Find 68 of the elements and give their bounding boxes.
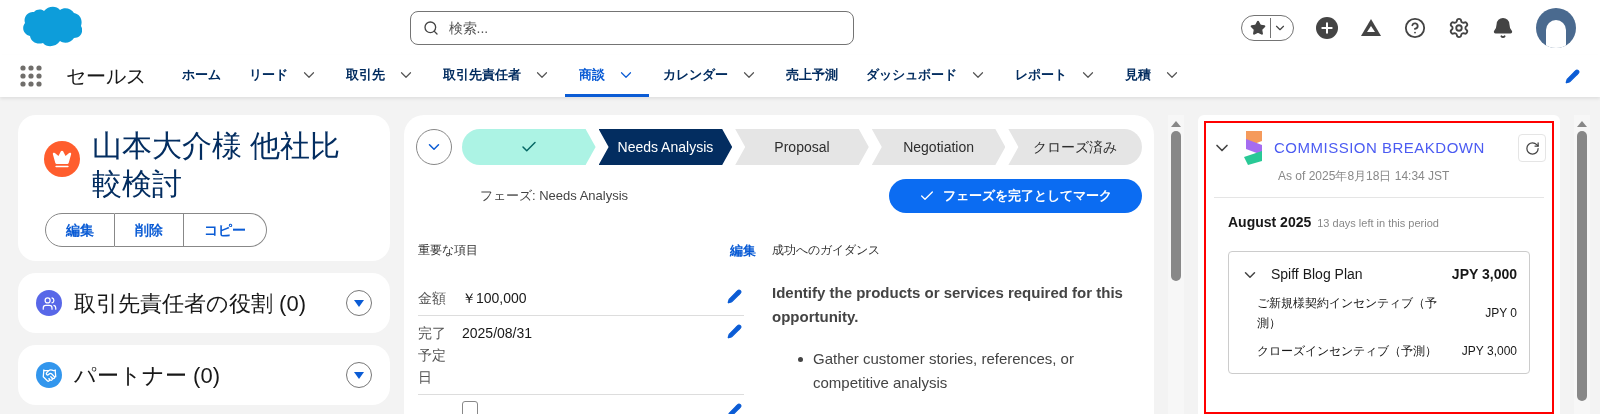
scroll-up-icon[interactable] bbox=[1171, 121, 1181, 127]
as-of-text: As of 2025年8月18日 14:34 JST bbox=[1278, 168, 1451, 185]
field-value: ￥100,000 bbox=[462, 288, 528, 308]
field-label: 金額 bbox=[418, 288, 447, 308]
incentive-label: ご新規様契約インセンティブ（予測） bbox=[1257, 295, 1438, 332]
related-list-title[interactable]: パートナー (0) bbox=[74, 358, 334, 392]
path-stage[interactable]: クローズ済み bbox=[1008, 129, 1142, 165]
incentive-label: クローズインセンティブ（予測） bbox=[1257, 343, 1438, 360]
field-label: 完了予定日 bbox=[418, 323, 447, 387]
settings-icon[interactable] bbox=[1448, 16, 1470, 39]
edit-link[interactable]: 編集 bbox=[730, 241, 756, 261]
app-launcher-icon[interactable] bbox=[20, 65, 42, 87]
s-logo-icon bbox=[1242, 131, 1264, 165]
search-icon bbox=[422, 19, 439, 36]
nav-tab[interactable]: カレンダー bbox=[649, 55, 772, 97]
handshake-icon bbox=[36, 362, 62, 388]
nav-tab[interactable]: 商談 bbox=[565, 55, 649, 97]
guidance-heading: Identify the products or services required for this opportunity. bbox=[772, 283, 1124, 327]
incentive-amount: JPY 3,000 bbox=[1461, 343, 1517, 360]
notifications-icon[interactable] bbox=[1492, 16, 1514, 39]
person-icon bbox=[36, 290, 62, 316]
related-list-title[interactable]: 取引先責任者の役割 (0) bbox=[74, 286, 334, 320]
bullet-icon bbox=[798, 357, 803, 362]
edit-icon[interactable] bbox=[727, 402, 742, 414]
scroll-up-icon[interactable] bbox=[1577, 121, 1587, 127]
plan-total: JPY 3,000 bbox=[1451, 265, 1517, 284]
nav-tab[interactable]: 取引先責任者 bbox=[429, 55, 565, 97]
star-icon bbox=[1250, 19, 1266, 36]
path-stage[interactable]: Negotiation bbox=[871, 129, 1006, 165]
caret-icon bbox=[354, 371, 364, 379]
period-title: August 2025 bbox=[1228, 213, 1312, 232]
edit-nav-icon[interactable] bbox=[1565, 68, 1580, 84]
plan-name: Spiff Blog Plan bbox=[1271, 265, 1364, 284]
edit-icon[interactable] bbox=[727, 323, 742, 339]
caret-icon bbox=[354, 299, 364, 307]
avatar[interactable] bbox=[1536, 7, 1576, 48]
refresh-button[interactable] bbox=[1518, 134, 1546, 162]
scrollbar[interactable] bbox=[1574, 115, 1590, 414]
mark-complete-button[interactable]: フェーズを完了としてマーク bbox=[889, 179, 1142, 213]
incentive-amount: JPY 0 bbox=[1485, 305, 1517, 322]
period-note: 13 days left in this period bbox=[1317, 216, 1439, 231]
nav-tab[interactable]: ダッシュボード bbox=[852, 55, 1001, 97]
nav-tab[interactable]: 見積 bbox=[1111, 55, 1195, 97]
checkbox[interactable] bbox=[462, 400, 478, 414]
nav-tab[interactable]: 取引先 bbox=[332, 55, 429, 97]
path-stage[interactable]: Needs Analysis bbox=[598, 129, 733, 165]
action-button[interactable]: 削除 bbox=[115, 213, 184, 247]
search-field[interactable]: 検索... bbox=[409, 10, 854, 45]
edit-icon[interactable] bbox=[727, 288, 742, 304]
nav-tab[interactable]: レポート bbox=[1001, 55, 1111, 97]
refresh-icon bbox=[1524, 140, 1540, 156]
field-value: 2025/08/31 bbox=[462, 323, 534, 343]
path-stage[interactable]: Proposal bbox=[735, 129, 869, 165]
crown-icon bbox=[44, 141, 80, 177]
section-title: 重要な項目 bbox=[418, 242, 478, 259]
nav-tab[interactable]: ホーム bbox=[168, 55, 235, 97]
scrollbar[interactable] bbox=[1168, 115, 1184, 414]
phase-label: フェーズ: Needs Analysis bbox=[480, 187, 629, 206]
guidance-bullet: Gather customer stories, references, or competitive analysis bbox=[813, 349, 1075, 393]
app-name: セールス bbox=[66, 64, 146, 89]
commission-title: COMMISSION BREAKDOWN bbox=[1274, 139, 1485, 156]
nav-tab[interactable]: リード bbox=[235, 55, 332, 97]
nav-tab[interactable]: 売上予測 bbox=[772, 55, 852, 97]
help-icon[interactable] bbox=[1404, 16, 1426, 39]
section-title: 成功へのガイダンス bbox=[772, 242, 881, 259]
add-icon[interactable] bbox=[1316, 16, 1338, 39]
action-button[interactable]: 編集 bbox=[45, 213, 115, 247]
record-title: 山本大介様 他社比較検討 bbox=[92, 128, 342, 202]
